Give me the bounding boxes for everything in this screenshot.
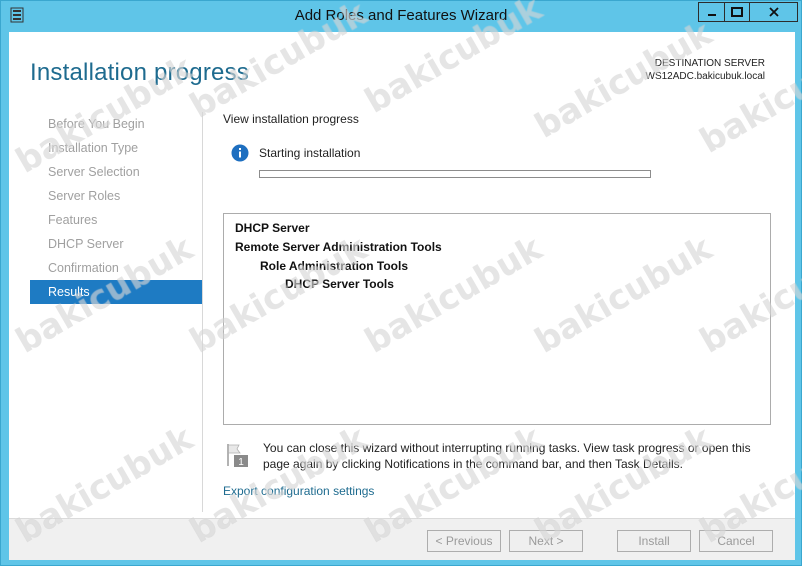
nav-item-features[interactable]: Features (30, 208, 202, 232)
nav-item-before-you-begin[interactable]: Before You Begin (30, 112, 202, 136)
result-item-rsat: Remote Server Administration Tools (235, 240, 442, 254)
installation-status: Starting installation (259, 146, 361, 160)
cancel-button[interactable]: Cancel (699, 530, 773, 552)
maximize-button[interactable] (724, 2, 750, 22)
nav-item-server-selection[interactable]: Server Selection (30, 160, 202, 184)
install-button[interactable]: Install (617, 530, 691, 552)
notice-line-2: page again by clicking Notifications in … (263, 457, 684, 471)
close-button[interactable] (750, 2, 798, 22)
nav-item-server-roles[interactable]: Server Roles (30, 184, 202, 208)
wizard-footer: < Previous Next > Install Cancel (9, 518, 795, 560)
destination-server-name: WS12ADC.bakicubuk.local (645, 71, 766, 82)
notification-flag-icon: 1 (227, 444, 248, 468)
title-bar[interactable]: Add Roles and Features Wizard (1, 1, 801, 31)
nav-divider (202, 112, 203, 512)
nav-item-installation-type[interactable]: Installation Type (30, 136, 202, 160)
maximize-icon (731, 7, 743, 17)
result-item-dhcp-server-tools: DHCP Server Tools (285, 277, 394, 291)
minimize-button[interactable] (698, 2, 724, 22)
wizard-client-area: Installation progress DESTINATION SERVER… (9, 32, 795, 560)
nav-item-dhcp-server[interactable]: DHCP Server (30, 232, 202, 256)
export-configuration-link[interactable]: Export configuration settings (223, 484, 374, 498)
results-list[interactable]: DHCP Server Remote Server Administration… (223, 213, 771, 425)
wizard-window: Add Roles and Features Wizard Installati… (0, 0, 802, 566)
close-wizard-notice: You can close this wizard without interr… (263, 440, 773, 472)
wizard-navigation: Before You Begin Installation Type Serve… (30, 112, 202, 304)
info-icon (231, 144, 249, 162)
installation-progress-bar (259, 170, 651, 178)
previous-button[interactable]: < Previous (427, 530, 501, 552)
notification-badge-count: 1 (238, 457, 244, 468)
notice-line-1: You can close this wizard without interr… (263, 441, 751, 455)
close-icon (768, 7, 779, 17)
section-heading: View installation progress (223, 112, 359, 126)
result-item-role-admin-tools: Role Administration Tools (260, 259, 409, 273)
page-title: Installation progress (30, 59, 249, 86)
minimize-icon (707, 14, 716, 16)
nav-item-confirmation[interactable]: Confirmation (30, 256, 202, 280)
window-title: Add Roles and Features Wizard (294, 7, 508, 24)
destination-server-label: DESTINATION SERVER (654, 58, 765, 69)
next-button[interactable]: Next > (509, 530, 583, 552)
nav-item-results[interactable]: Results (30, 280, 202, 304)
result-item-dhcp-server: DHCP Server (235, 221, 310, 235)
